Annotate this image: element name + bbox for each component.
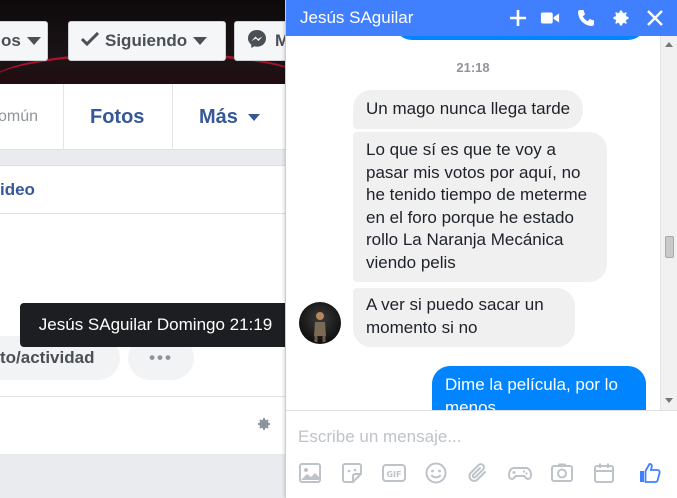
avatar[interactable] [299,302,341,344]
phone-icon[interactable] [574,6,598,30]
message-timestamp: 21:18 [456,60,490,75]
scroll-down-icon[interactable] [665,398,673,403]
chevron-down-icon [247,113,260,121]
chat-title[interactable]: Jesús SAguilar [300,8,413,28]
gear-icon[interactable] [256,416,272,437]
gif-icon[interactable]: GIF [380,459,408,487]
scroll-thumb[interactable] [665,236,674,258]
chat-header[interactable]: Jesús SAguilar [286,0,677,36]
friends-button[interactable]: os [0,21,48,61]
message-bubble-sent[interactable]: Dime la película, por lo menos [432,366,646,410]
section-heading-label: ideo [0,179,35,199]
message-composer: GIF [286,410,677,498]
ellipsis-icon: ••• [149,348,173,367]
friends-button-label: os [1,31,21,50]
chevron-down-icon [193,37,208,45]
image-icon[interactable] [296,459,324,487]
messenger-icon [247,29,267,54]
divider [0,396,285,397]
following-button[interactable]: Siguiendo [68,21,226,61]
chat-scrollbar[interactable] [660,36,677,410]
sticker-icon[interactable] [338,459,366,487]
message-input[interactable] [298,425,658,449]
check-icon [80,31,100,51]
tab-label: omún [0,108,39,125]
attachment-icon[interactable] [464,459,492,487]
close-icon[interactable] [643,6,667,30]
tab-photos[interactable]: Fotos [90,84,144,150]
tab-friends-in-common[interactable]: omún [0,84,38,150]
avatar-tooltip: Jesús SAguilar Domingo 21:19 [20,303,291,347]
chevron-down-icon [26,37,41,45]
previous-message-bubble [394,36,646,40]
chat-window: Jesús SAguilar 21:18 Un mago nunca llega… [285,0,677,498]
message-text: Lo que sí es que te voy a pasar mis voto… [366,140,588,272]
tab-label: Fotos [90,105,145,128]
page-background [0,454,285,498]
camera-icon[interactable] [548,459,576,487]
game-icon[interactable] [506,459,534,487]
svg-text:GIF: GIF [386,470,401,479]
tab-label: Más [199,105,238,128]
add-icon[interactable] [506,6,530,30]
video-call-icon[interactable] [538,6,562,30]
following-button-label: Siguiendo [105,31,188,50]
message-text: Dime la película, por lo menos [445,375,618,410]
activity-log-label: to/actividad [0,348,95,367]
message-list[interactable]: 21:18 Un mago nunca llega tarde Lo que s… [286,36,677,410]
tab-more[interactable]: Más [199,84,260,150]
message-bubble-received[interactable]: Un mago nunca llega tarde [353,90,584,129]
calendar-icon[interactable] [590,459,618,487]
message-bubble-received[interactable]: A ver si puedo sacar un momento si no [353,288,575,347]
message-bubble-received[interactable]: Lo que sí es que te voy a pasar mis voto… [353,132,607,282]
tab-divider [172,84,173,150]
gear-icon[interactable] [609,6,633,30]
message-text: A ver si puedo sacar un momento si no [366,295,544,337]
emoji-icon[interactable] [422,459,450,487]
tab-divider [63,84,64,150]
like-icon[interactable] [636,459,664,487]
tooltip-text: Jesús SAguilar Domingo 21:19 [38,315,273,334]
message-text: Un mago nunca llega tarde [366,99,571,118]
scroll-up-icon[interactable] [665,42,673,47]
